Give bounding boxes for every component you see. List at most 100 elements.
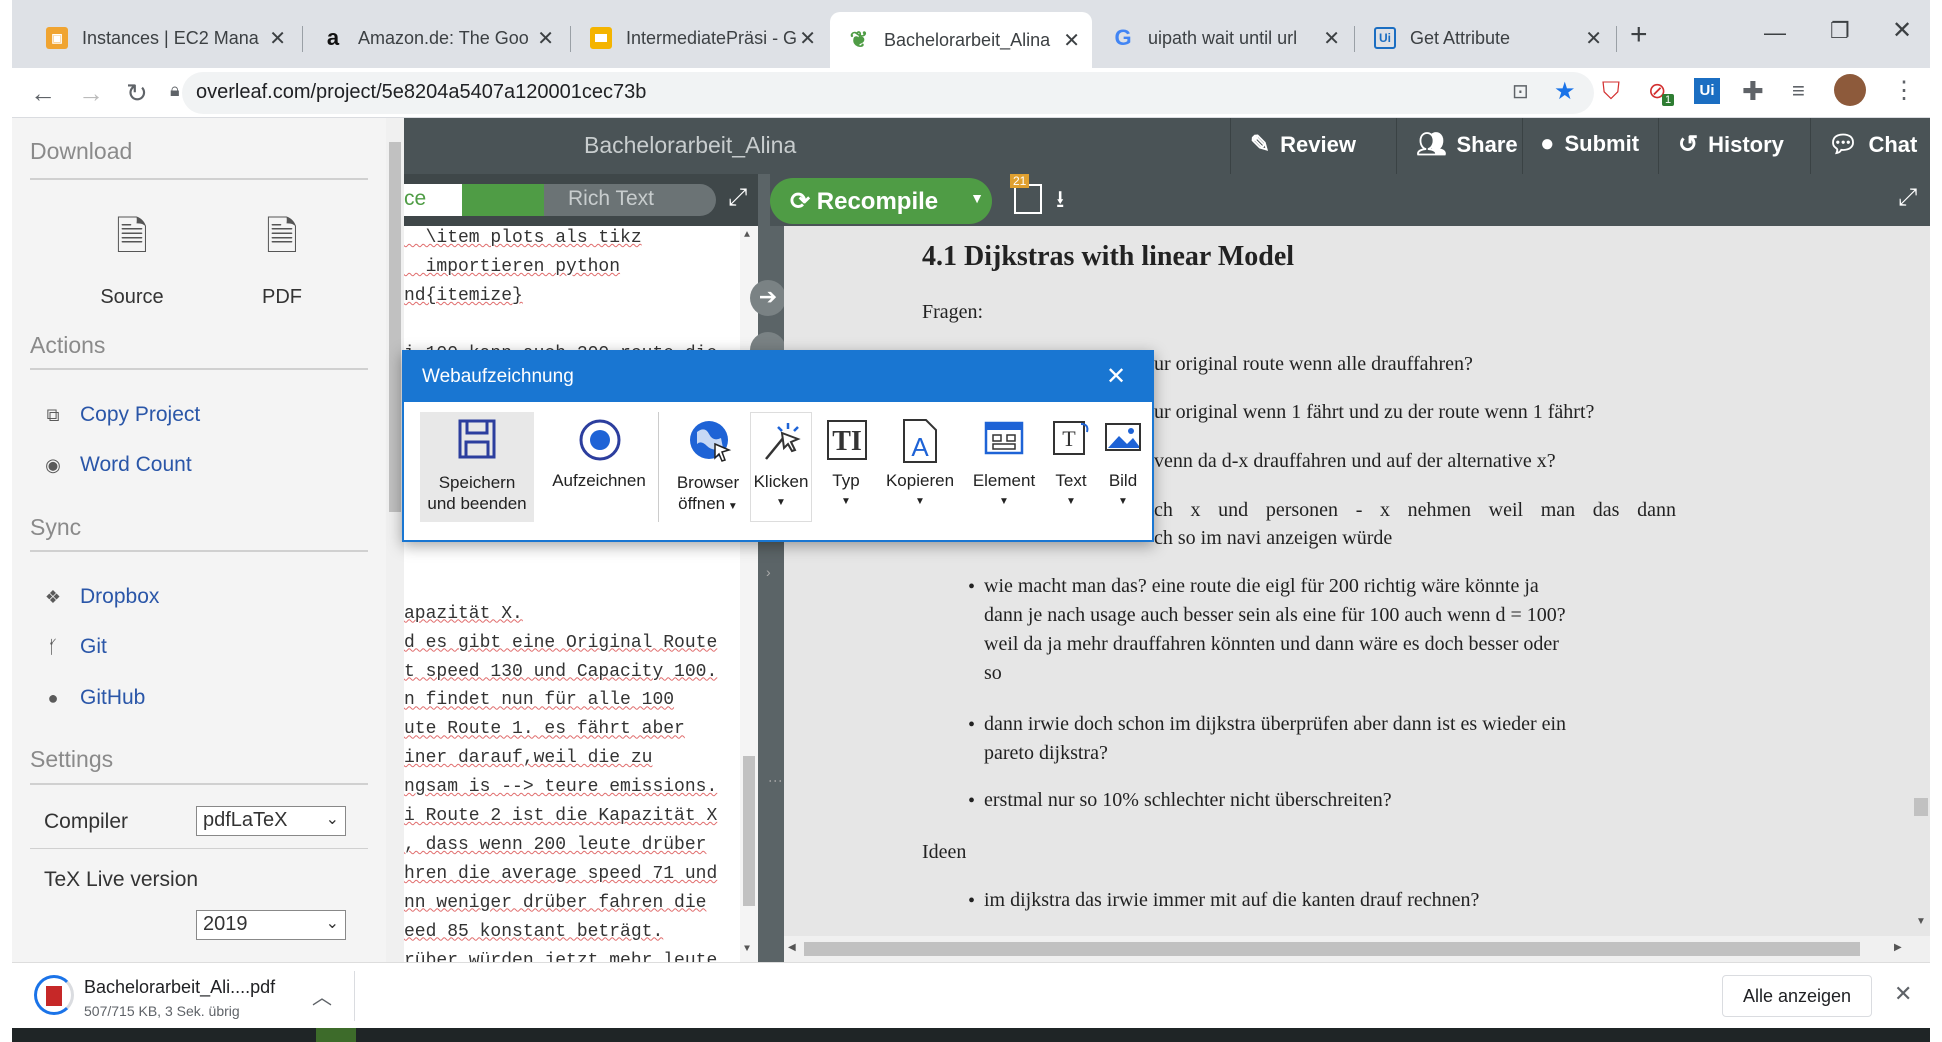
code-line[interactable]: d es gibt eine Original Route xyxy=(404,633,717,653)
code-line[interactable]: apazität X. xyxy=(404,604,523,624)
caret-down-icon[interactable]: ▼ xyxy=(1046,491,1096,512)
caret-down-icon[interactable]: ▼ xyxy=(751,492,811,513)
element-button[interactable]: Element ▼ xyxy=(964,412,1044,522)
code-line[interactable]: t speed 130 und Capacity 100. xyxy=(404,662,717,682)
github-link[interactable]: ● GitHub xyxy=(42,686,146,710)
pdf-horizontal-scrollbar[interactable]: ◀ ▶ xyxy=(784,936,1930,962)
tab-source[interactable]: ce xyxy=(404,184,462,216)
scrollbar-thumb[interactable] xyxy=(389,142,401,512)
tab-rich-text[interactable]: Rich Text xyxy=(544,184,716,216)
git-link[interactable]: ᚶ Git xyxy=(42,635,107,659)
logs-icon[interactable] xyxy=(1014,184,1042,214)
pdf-viewer[interactable]: 4.1 Dijkstras with linear Model Fragen: … xyxy=(784,226,1930,962)
pdf-vertical-scrollbar[interactable]: ▼ xyxy=(1912,226,1930,936)
scroll-down-icon[interactable]: ▼ xyxy=(744,944,750,955)
open-browser-button[interactable]: Browser öffnen ▼ xyxy=(670,412,746,522)
scrollbar-thumb[interactable] xyxy=(804,942,1860,956)
code-line[interactable]: importieren python xyxy=(404,257,620,277)
scroll-right-icon[interactable]: ▶ xyxy=(1894,942,1902,953)
code-line[interactable]: ngsam is --> teure emissions. xyxy=(404,777,717,797)
code-line[interactable]: \item plots als tikz xyxy=(404,228,642,248)
download-pdf-icon[interactable]: ⭳ xyxy=(1056,182,1064,223)
image-button[interactable]: Bild ▼ xyxy=(1100,412,1146,522)
browser-tab[interactable]: IntermediatePräsi - G ✕ xyxy=(572,16,828,60)
code-line[interactable]: rüber würden jetzt mehr leute xyxy=(404,951,717,963)
drag-handle-icon[interactable]: ⋮ xyxy=(768,774,784,788)
close-tab-icon[interactable]: ✕ xyxy=(1063,28,1080,53)
uipath-extension-icon[interactable]: Ui xyxy=(1694,78,1720,104)
avatar[interactable] xyxy=(1834,74,1866,106)
compiler-select[interactable]: pdfLaTeX ⌄ xyxy=(196,806,346,836)
browser-tab[interactable]: Ui Get Attribute ✕ xyxy=(1356,16,1614,60)
browser-tab-active[interactable]: ❦ Bachelorarbeit_Alina ✕ xyxy=(830,12,1092,68)
browser-tab[interactable]: G uipath wait until url ✕ xyxy=(1094,16,1352,60)
back-icon[interactable]: ← xyxy=(30,78,56,109)
close-window-icon[interactable]: ✕ xyxy=(1892,16,1912,45)
code-line[interactable]: hren die average speed 71 und xyxy=(404,864,717,884)
text-button[interactable]: T Text ▼ xyxy=(1046,412,1096,522)
taskbar-app[interactable] xyxy=(316,1028,356,1042)
restore-icon[interactable]: ❐ xyxy=(1830,18,1850,44)
show-all-button[interactable]: Alle anzeigen xyxy=(1722,975,1872,1017)
scrollbar-thumb[interactable] xyxy=(1914,798,1928,816)
sync-to-pdf-arrow-icon[interactable]: ➔ xyxy=(750,280,786,316)
word-count-link[interactable]: ◉ Word Count xyxy=(42,453,192,477)
caret-down-icon[interactable]: ▼ xyxy=(880,491,960,512)
shield-extension-icon[interactable]: ⛉ xyxy=(1602,78,1620,106)
scrollbar-thumb[interactable] xyxy=(743,756,755,906)
texlive-select[interactable]: 2019 ⌄ xyxy=(196,910,346,940)
collapse-icon[interactable]: › xyxy=(766,564,771,580)
omnibox[interactable]: 🔒︎ overleaf.com/project/5e8204a5407a1200… xyxy=(170,72,1594,114)
forward-icon[interactable]: → xyxy=(78,78,104,109)
close-icon[interactable]: ✕ xyxy=(1894,981,1912,1007)
close-icon[interactable]: ✕ xyxy=(1106,362,1126,391)
caret-down-icon[interactable]: ▼ xyxy=(1100,491,1146,512)
expand-icon[interactable]: ⤢ xyxy=(728,184,747,212)
close-tab-icon[interactable]: ✕ xyxy=(269,26,286,51)
more-menu-icon[interactable]: ⋮ xyxy=(1892,76,1916,105)
code-line[interactable]: nd{itemize} xyxy=(404,286,523,306)
chat-button[interactable]: 💬︎ Chat xyxy=(1828,130,1917,159)
new-tab-icon[interactable]: + xyxy=(1630,18,1648,52)
code-line[interactable]: n findet nun für alle 100 xyxy=(404,690,674,710)
copy-button[interactable]: A Kopieren ▼ xyxy=(880,412,960,522)
type-button[interactable]: TI Typ ▼ xyxy=(816,412,876,522)
url-text[interactable]: overleaf.com/project/5e8204a5407a120001c… xyxy=(196,81,646,104)
browser-tab[interactable]: a Amazon.de: The Goo ✕ xyxy=(304,16,566,60)
code-line[interactable]: , dass wenn 200 leute drüber xyxy=(404,835,706,855)
caret-down-icon[interactable]: ▼ xyxy=(970,190,984,206)
save-and-exit-button[interactable]: Speichern und beenden xyxy=(420,412,534,522)
code-line[interactable]: ute Route 1. es fährt aber xyxy=(404,719,685,739)
submit-button[interactable]: ● Submit xyxy=(1540,130,1639,158)
extensions-puzzle-icon[interactable]: ✚ xyxy=(1742,76,1764,107)
code-line[interactable]: eed 85 konstant beträgt. xyxy=(404,922,663,942)
click-button[interactable]: Klicken ▼ xyxy=(750,412,812,522)
close-tab-icon[interactable]: ✕ xyxy=(1323,26,1340,51)
project-title[interactable]: Bachelorarbeit_Alina xyxy=(584,132,796,159)
browser-tab[interactable]: ▣ Instances | EC2 Mana ✕ xyxy=(28,16,298,60)
translate-icon[interactable]: ⊡ xyxy=(1512,79,1529,104)
media-queue-icon[interactable]: ≡ xyxy=(1792,78,1805,104)
share-button[interactable]: 👥︎ Share xyxy=(1416,130,1518,159)
recompile-button[interactable]: ⟳ Recompile ▼ xyxy=(770,178,992,224)
history-button[interactable]: ↺ History xyxy=(1678,130,1784,159)
code-line[interactable]: iner darauf,weil die zu xyxy=(404,748,652,768)
download-source-button[interactable]: 🗎 Source xyxy=(82,208,182,309)
expand-icon[interactable]: ⤢ xyxy=(1898,184,1917,212)
scroll-up-icon[interactable]: ▲ xyxy=(744,230,750,241)
close-tab-icon[interactable]: ✕ xyxy=(1585,26,1602,51)
chevron-up-icon[interactable]: ︿ xyxy=(312,981,332,1010)
review-button[interactable]: ✎ Review xyxy=(1250,130,1356,159)
record-button[interactable]: Aufzeichnen xyxy=(542,412,656,522)
code-line[interactable]: i Route 2 ist die Kapazität X xyxy=(404,806,717,826)
code-line[interactable]: nn weniger drüber fahren die xyxy=(404,893,706,913)
pane-splitter[interactable]: ➔ › ⋮ xyxy=(750,174,786,962)
download-pdf-button[interactable]: 🗎 PDF xyxy=(232,208,332,309)
scroll-down-icon[interactable]: ▼ xyxy=(1916,916,1926,927)
scroll-left-icon[interactable]: ◀ xyxy=(788,942,796,953)
caret-down-icon[interactable]: ▼ xyxy=(964,491,1044,512)
close-tab-icon[interactable]: ✕ xyxy=(537,26,554,51)
reload-icon[interactable]: ↻ xyxy=(126,78,148,109)
bookmark-star-icon[interactable]: ★ xyxy=(1554,77,1576,106)
download-filename[interactable]: Bachelorarbeit_Ali....pdf xyxy=(84,977,275,998)
